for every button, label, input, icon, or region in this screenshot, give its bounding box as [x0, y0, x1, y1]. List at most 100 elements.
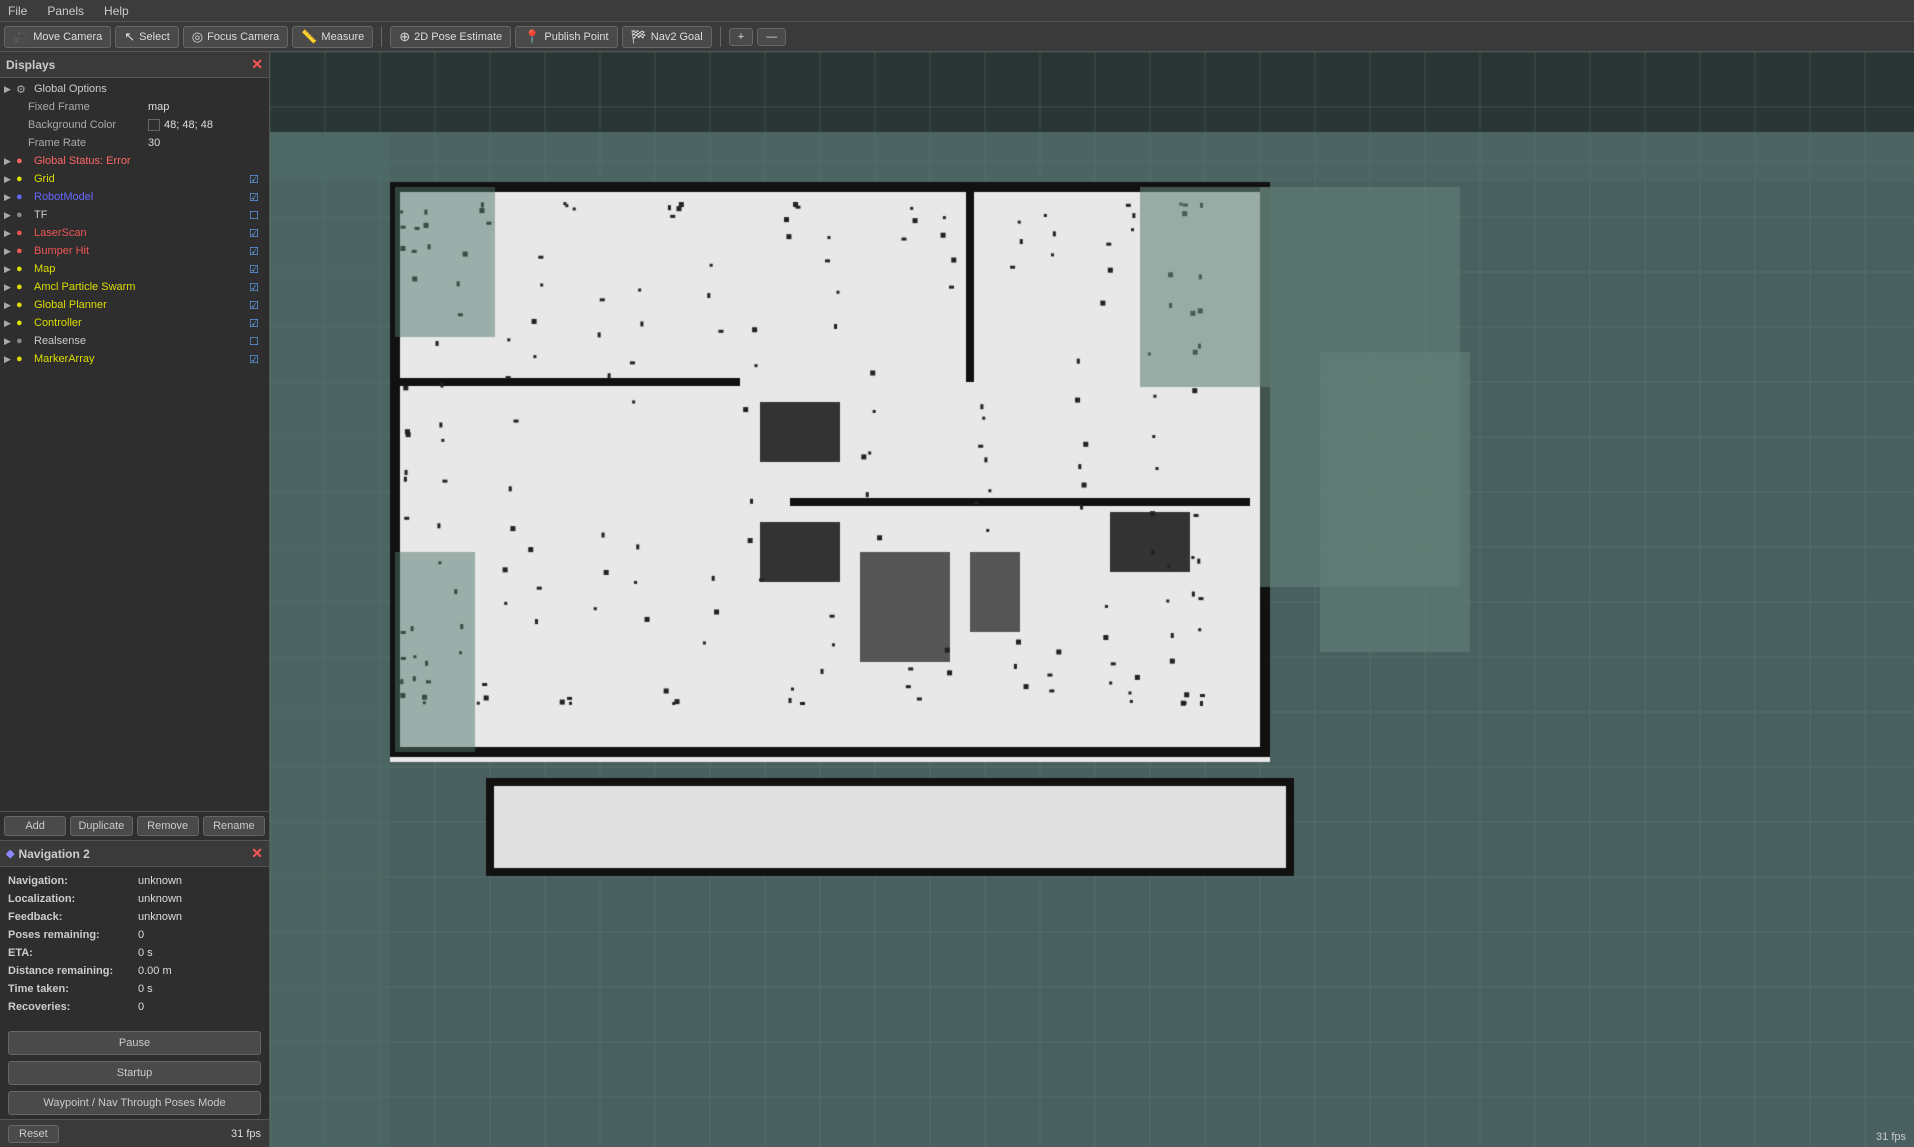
- select-button[interactable]: ↖ Select: [115, 26, 178, 48]
- navigation2-header: ◆ Navigation 2 ✕: [0, 840, 269, 867]
- move-camera-button[interactable]: 🎥 Move Camera: [4, 26, 111, 48]
- map-arrow: ▶: [4, 264, 16, 275]
- navigation2-buttons: Pause Startup Waypoint / Nav Through Pos…: [0, 1027, 269, 1119]
- select-label: Select: [139, 31, 170, 43]
- displays-header: Displays ✕: [0, 52, 269, 78]
- feedback-value: unknown: [138, 911, 182, 923]
- global-planner-check[interactable]: ☑: [249, 299, 265, 312]
- bg-color-row: Background Color 48; 48; 48: [24, 116, 269, 134]
- left-panel: Displays ✕ ▶ ⚙ Global Options Fixed Fram…: [0, 52, 270, 1147]
- reset-button[interactable]: Reset: [8, 1125, 59, 1143]
- fixed-frame-row: Fixed Frame map: [24, 98, 269, 116]
- laser-scan-item[interactable]: ▶ ● LaserScan ☑: [0, 224, 269, 242]
- tf-label: TF: [34, 209, 249, 221]
- marker-array-check[interactable]: ☑: [249, 353, 265, 366]
- global-status-item[interactable]: ▶ ● Global Status: Error: [0, 152, 269, 170]
- menu-help[interactable]: Help: [100, 4, 133, 18]
- grid-label: Grid: [34, 173, 249, 185]
- eta-value: 0 s: [138, 947, 153, 959]
- realsense-check[interactable]: ☐: [249, 335, 265, 348]
- remove-display-button[interactable]: Remove: [137, 816, 199, 836]
- robot-model-check[interactable]: ☑: [249, 191, 265, 204]
- realsense-icon: ●: [16, 335, 32, 347]
- tf-icon: ●: [16, 209, 32, 221]
- time-taken-label: Time taken:: [8, 983, 138, 995]
- global-status-label: Global Status: Error: [34, 155, 265, 167]
- add-tool-button[interactable]: +: [729, 28, 753, 46]
- nav2-goal-icon: 🏁: [631, 29, 647, 45]
- main-area: Displays ✕ ▶ ⚙ Global Options Fixed Fram…: [0, 52, 1914, 1147]
- add-display-button[interactable]: Add: [4, 816, 66, 836]
- map-check[interactable]: ☑: [249, 263, 265, 276]
- feedback-label: Feedback:: [8, 911, 138, 923]
- navigation-value: unknown: [138, 875, 182, 887]
- controller-check[interactable]: ☑: [249, 317, 265, 330]
- nav2-icon: ◆: [6, 847, 14, 860]
- amcl-arrow: ▶: [4, 282, 16, 293]
- realsense-arrow: ▶: [4, 336, 16, 347]
- tf-check[interactable]: ☐: [249, 209, 265, 222]
- controller-arrow: ▶: [4, 318, 16, 329]
- navigation2-close-button[interactable]: ✕: [251, 845, 263, 862]
- map-icon: ●: [16, 263, 32, 275]
- displays-close-button[interactable]: ✕: [251, 56, 263, 73]
- startup-button[interactable]: Startup: [8, 1061, 261, 1085]
- amcl-icon: ●: [16, 281, 32, 293]
- add-icon: +: [738, 31, 744, 43]
- rename-display-button[interactable]: Rename: [203, 816, 265, 836]
- publish-point-icon: 📍: [524, 29, 540, 45]
- frame-rate-key: Frame Rate: [28, 137, 148, 149]
- bumper-hit-label: Bumper Hit: [34, 245, 249, 257]
- global-options-item[interactable]: ▶ ⚙ Global Options: [0, 80, 269, 98]
- marker-array-arrow: ▶: [4, 354, 16, 365]
- 2d-pose-estimate-button[interactable]: ⊕ 2D Pose Estimate: [390, 26, 511, 48]
- laser-scan-check[interactable]: ☑: [249, 227, 265, 240]
- bumper-hit-check[interactable]: ☑: [249, 245, 265, 258]
- menu-panels[interactable]: Panels: [43, 4, 88, 18]
- global-planner-label: Global Planner: [34, 299, 249, 311]
- laser-scan-icon: ●: [16, 227, 32, 239]
- robot-model-item[interactable]: ▶ ● RobotModel ☑: [0, 188, 269, 206]
- focus-label: Focus Camera: [207, 31, 279, 43]
- displays-buttons: Add Duplicate Remove Rename: [0, 811, 269, 840]
- grid-arrow: ▶: [4, 174, 16, 185]
- duplicate-display-button[interactable]: Duplicate: [70, 816, 132, 836]
- localization-label: Localization:: [8, 893, 138, 905]
- nav2-goal-label: Nav2 Goal: [651, 31, 703, 43]
- bg-color-key: Background Color: [28, 119, 148, 131]
- amcl-label: Amcl Particle Swarm: [34, 281, 249, 293]
- realsense-item[interactable]: ▶ ● Realsense ☐: [0, 332, 269, 350]
- global-planner-item[interactable]: ▶ ● Global Planner ☑: [0, 296, 269, 314]
- bumper-hit-icon: ●: [16, 245, 32, 257]
- 3d-viewport[interactable]: 31 fps: [270, 52, 1914, 1147]
- publish-point-button[interactable]: 📍 Publish Point: [515, 26, 617, 48]
- marker-array-item[interactable]: ▶ ● MarkerArray ☑: [0, 350, 269, 368]
- displays-tree[interactable]: ▶ ⚙ Global Options Fixed Frame map Backg…: [0, 78, 269, 811]
- focus-camera-button[interactable]: ◎ Focus Camera: [183, 26, 288, 48]
- tf-item[interactable]: ▶ ● TF ☐: [0, 206, 269, 224]
- focus-icon: ◎: [192, 29, 203, 45]
- map-label: Map: [34, 263, 249, 275]
- realsense-label: Realsense: [34, 335, 249, 347]
- toolbar: 🎥 Move Camera ↖ Select ◎ Focus Camera 📏 …: [0, 22, 1914, 52]
- bumper-hit-item[interactable]: ▶ ● Bumper Hit ☑: [0, 242, 269, 260]
- grid-check[interactable]: ☑: [249, 173, 265, 186]
- pause-button[interactable]: Pause: [8, 1031, 261, 1055]
- amcl-particle-swarm-item[interactable]: ▶ ● Amcl Particle Swarm ☑: [0, 278, 269, 296]
- remove-tool-button[interactable]: —: [757, 28, 786, 46]
- toolbar-separator-2: [720, 27, 721, 47]
- waypoint-mode-button[interactable]: Waypoint / Nav Through Poses Mode: [8, 1091, 261, 1115]
- recoveries-row: Recoveries: 0: [8, 1001, 261, 1013]
- fixed-frame-value: map: [148, 101, 169, 113]
- nav2-goal-button[interactable]: 🏁 Nav2 Goal: [622, 26, 712, 48]
- laser-scan-label: LaserScan: [34, 227, 249, 239]
- amcl-check[interactable]: ☑: [249, 281, 265, 294]
- frame-rate-row: Frame Rate 30: [24, 134, 269, 152]
- menu-file[interactable]: File: [4, 4, 31, 18]
- map-item[interactable]: ▶ ● Map ☑: [0, 260, 269, 278]
- time-taken-row: Time taken: 0 s: [8, 983, 261, 995]
- controller-item[interactable]: ▶ ● Controller ☑: [0, 314, 269, 332]
- measure-button[interactable]: 📏 Measure: [292, 26, 373, 48]
- grid-item[interactable]: ▶ ● Grid ☑: [0, 170, 269, 188]
- robot-model-label: RobotModel: [34, 191, 249, 203]
